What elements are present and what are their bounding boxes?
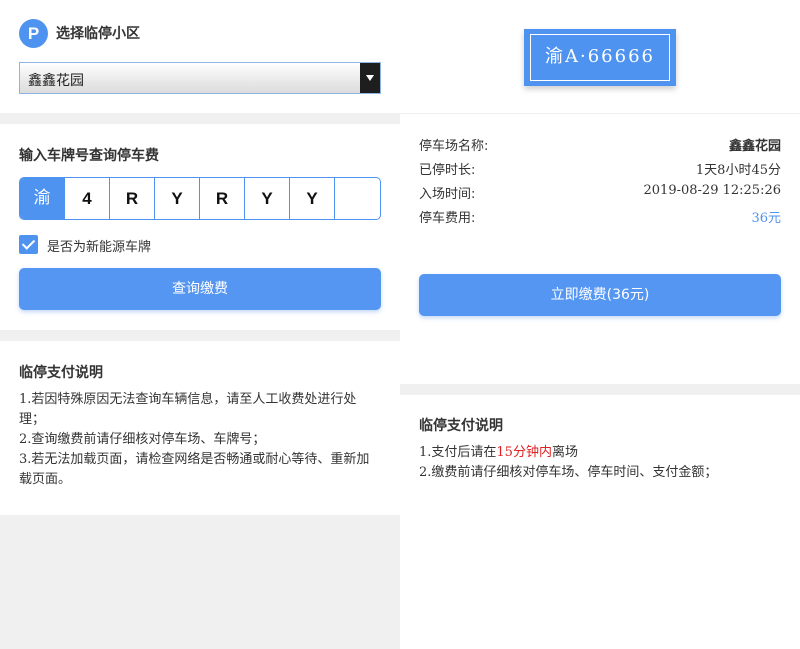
- note-line: 1.若因特殊原因无法查询车辆信息，请至人工收费处进行处理；: [19, 392, 357, 427]
- right-notes-title: 临停支付说明: [419, 418, 503, 434]
- note-line1-prefix: 1.支付后请在: [419, 445, 497, 460]
- duration-value: 1天8小时45分: [695, 163, 781, 178]
- right-panel: 渝A·66666 停车场名称: 鑫鑫花园 已停时长: 1天8小时45分 入场时间…: [400, 0, 800, 649]
- lot-value: 鑫鑫花园: [728, 139, 781, 154]
- plate-cell[interactable]: Y: [155, 178, 200, 219]
- note-line: 1.支付后请在15分钟内离场: [419, 443, 781, 463]
- plate-cell-new-energy[interactable]: [335, 178, 380, 219]
- fee-value: 36元: [751, 211, 781, 226]
- entry-label: 入场时间:: [419, 187, 476, 202]
- plate-cell[interactable]: Y: [245, 178, 290, 219]
- fee-label: 停车费用:: [419, 211, 476, 226]
- entry-value: 2019-08-29 12:25:26: [643, 183, 781, 198]
- note-line1-suffix: 离场: [551, 445, 578, 460]
- query-fee-button[interactable]: 查询缴费: [19, 268, 381, 310]
- note-line: 3.若无法加载页面，请检查网络是否畅通或耐心等待、重新加载页面。: [19, 452, 370, 487]
- plate-input: 渝 4 R Y R Y Y: [19, 177, 381, 220]
- left-notes-card: 临停支付说明 1.若因特殊原因无法查询车辆信息，请至人工收费处进行处理； 2.查…: [0, 341, 400, 515]
- plate-display: 渝A·66666: [524, 29, 676, 86]
- left-notes-list: 1.若因特殊原因无法查询车辆信息，请至人工收费处进行处理； 2.查询缴费前请仔细…: [19, 390, 381, 490]
- community-select[interactable]: 鑫鑫花园: [19, 62, 381, 94]
- plate-cell[interactable]: R: [200, 178, 245, 219]
- plate-header: 渝A·66666: [400, 0, 800, 114]
- plate-cell-province[interactable]: 渝: [20, 178, 65, 219]
- chevron-down-icon[interactable]: [360, 63, 380, 93]
- right-notes-list: 1.支付后请在15分钟内离场 2.缴费前请仔细核对停车场、停车时间、支付金额；: [419, 443, 781, 483]
- plate-cell[interactable]: Y: [290, 178, 335, 219]
- new-energy-label: 是否为新能源车牌: [47, 240, 152, 255]
- community-title: 选择临停小区: [56, 26, 140, 42]
- left-notes-title: 临停支付说明: [19, 365, 103, 381]
- section-divider: [400, 384, 800, 395]
- lot-label: 停车场名称:: [419, 139, 489, 154]
- note-line: 2.查询缴费前请仔细核对停车场、车牌号；: [19, 432, 266, 447]
- new-energy-checkbox[interactable]: [19, 235, 38, 254]
- pay-now-button[interactable]: 立即缴费(36元): [419, 274, 781, 316]
- community-select-value: 鑫鑫花园: [28, 73, 84, 89]
- community-card: P 选择临停小区 鑫鑫花园: [0, 0, 400, 113]
- left-panel: P 选择临停小区 鑫鑫花园 输入车牌号查询停车费 渝 4 R Y R Y Y 是…: [0, 0, 400, 649]
- plate-query-title: 输入车牌号查询停车费: [19, 148, 159, 164]
- note-line1-highlight: 15分钟内: [496, 445, 552, 460]
- plate-query-card: 输入车牌号查询停车费 渝 4 R Y R Y Y 是否为新能源车牌 查询缴费: [0, 124, 400, 330]
- plate-display-text: 渝A·66666: [530, 34, 670, 81]
- duration-label: 已停时长:: [419, 163, 476, 178]
- note-line: 2.缴费前请仔细核对停车场、停车时间、支付金额；: [419, 465, 718, 480]
- parking-icon: P: [19, 19, 48, 48]
- plate-cell[interactable]: 4: [65, 178, 110, 219]
- plate-cell[interactable]: R: [110, 178, 155, 219]
